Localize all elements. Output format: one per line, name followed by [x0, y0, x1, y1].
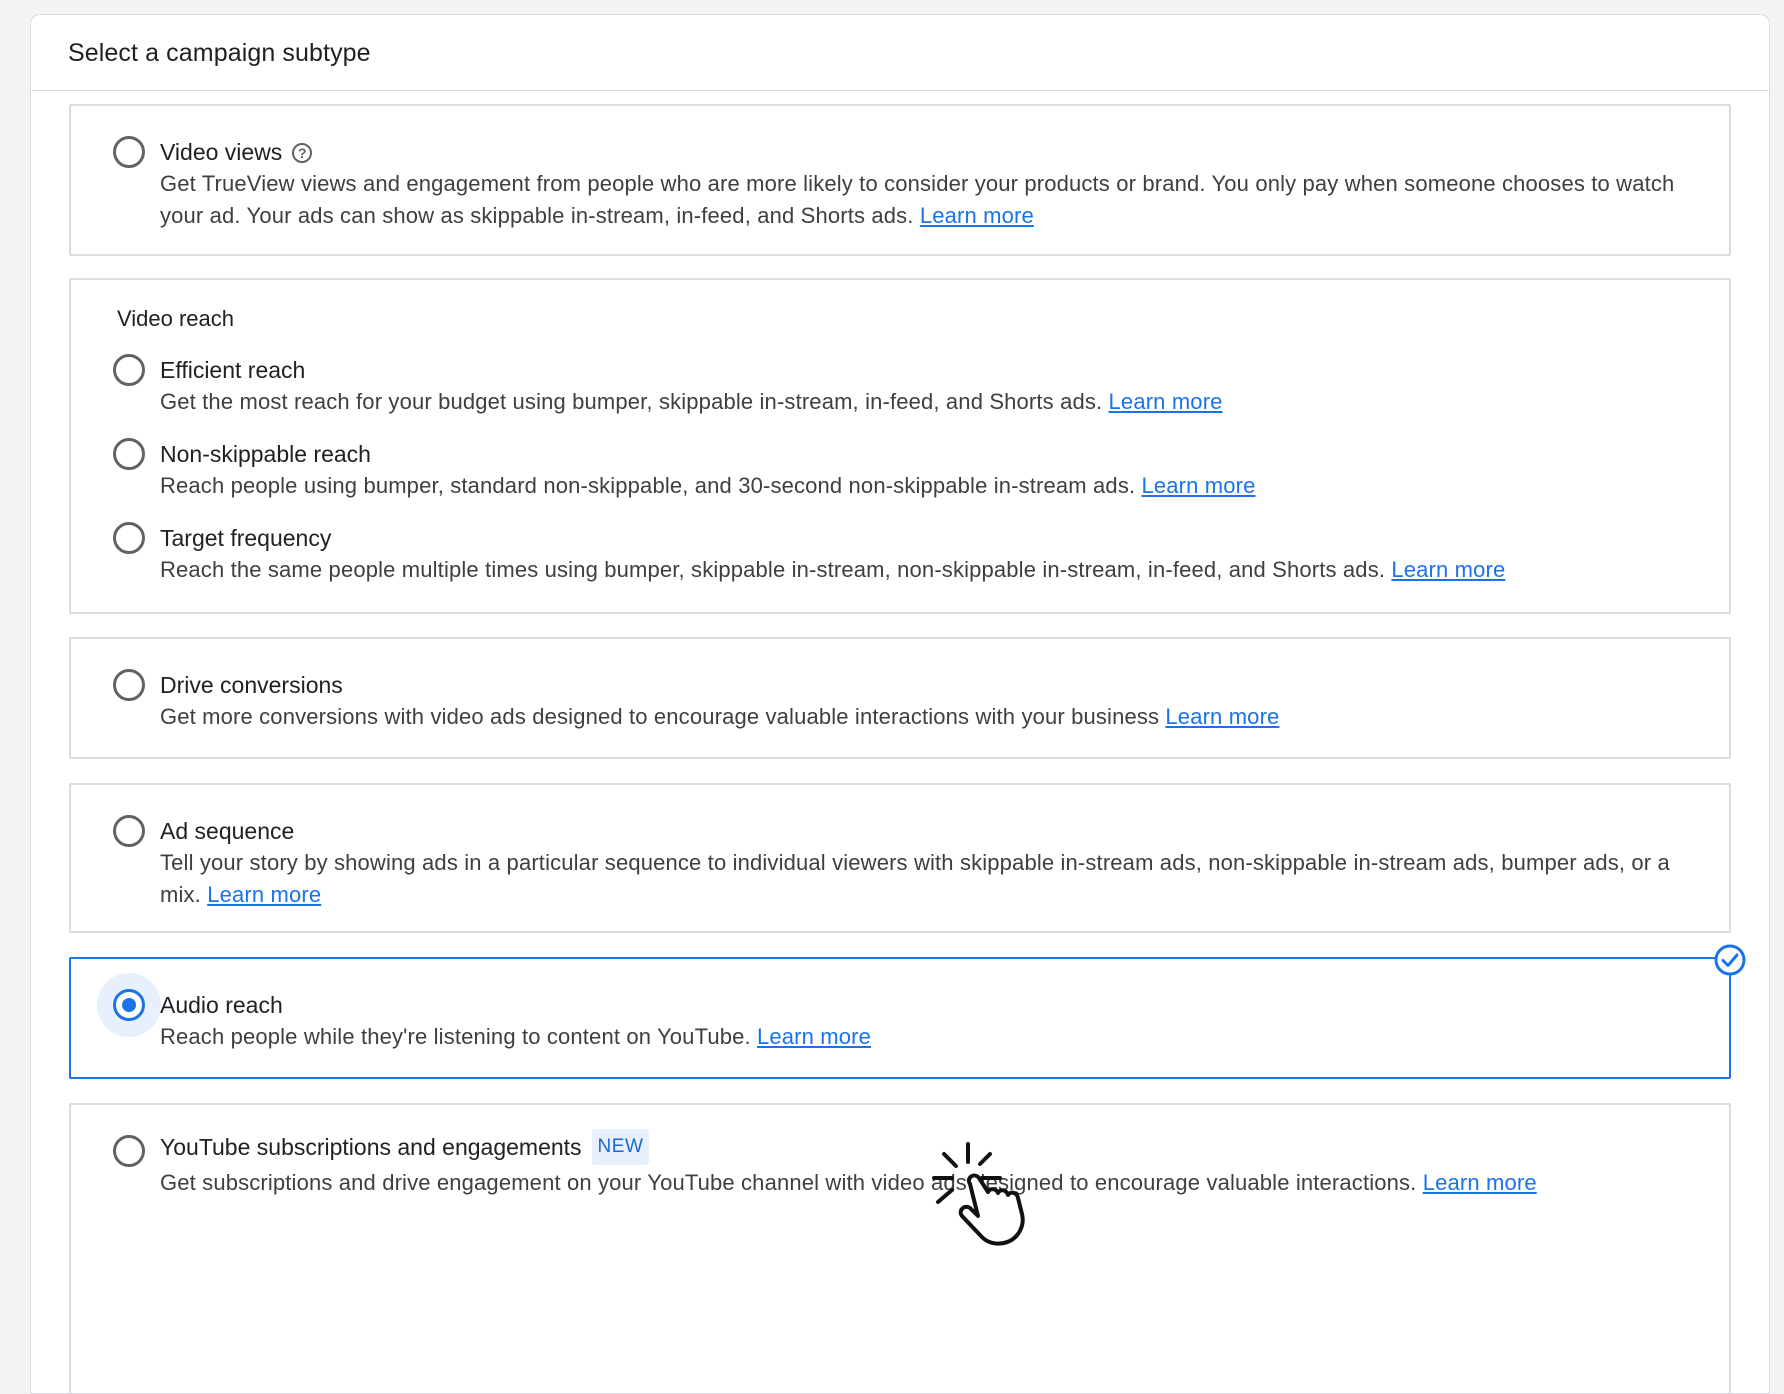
option-description-drive-conversions: Get more conversions with video ads desi… — [160, 704, 1280, 729]
page-title: Select a campaign subtype — [68, 39, 371, 67]
campaign-subtype-panel: Select a campaign subtype Video views ? … — [30, 14, 1770, 1394]
radio-audio-reach[interactable] — [113, 989, 145, 1021]
option-card-ad-sequence[interactable]: Ad sequence Tell your story by showing a… — [69, 783, 1731, 933]
learn-more-link-target-frequency[interactable]: Learn more — [1391, 557, 1505, 582]
radio-efficient-reach[interactable] — [113, 354, 145, 386]
learn-more-link-efficient-reach[interactable]: Learn more — [1109, 389, 1223, 414]
option-card-youtube-subscriptions[interactable]: YouTube subscriptions and engagements NE… — [69, 1103, 1731, 1393]
learn-more-link-audio-reach[interactable]: Learn more — [757, 1024, 871, 1049]
check-circle-icon — [1713, 943, 1747, 982]
hand-pointer-click-icon — [930, 1140, 1040, 1255]
option-title-target-frequency: Target frequency — [160, 525, 332, 551]
option-description-ad-sequence: Tell your story by showing ads in a part… — [160, 850, 1670, 907]
radio-non-skippable-reach[interactable] — [113, 438, 145, 470]
option-description-target-frequency: Reach the same people multiple times usi… — [160, 557, 1506, 582]
radio-video-views[interactable] — [113, 136, 145, 168]
option-card-audio-reach[interactable]: Audio reach Reach people while they're l… — [69, 944, 1746, 1079]
radio-drive-conversions[interactable] — [113, 669, 145, 701]
learn-more-link-youtube-subscriptions[interactable]: Learn more — [1423, 1170, 1537, 1195]
radio-ad-sequence[interactable] — [113, 815, 145, 847]
option-group-video-reach: Video reach Efficient reach Get the most… — [69, 278, 1731, 614]
panel-header: Select a campaign subtype — [31, 15, 1769, 91]
option-description-non-skippable-reach: Reach people using bumper, standard non-… — [160, 473, 1256, 498]
new-badge: NEW — [591, 1129, 650, 1165]
learn-more-link-non-skippable-reach[interactable]: Learn more — [1142, 473, 1256, 498]
help-icon[interactable]: ? — [292, 142, 313, 163]
option-card-video-views[interactable]: Video views ? Get TrueView views and eng… — [69, 104, 1731, 256]
option-description-youtube-subscriptions: Get subscriptions and drive engagement o… — [160, 1170, 1537, 1195]
option-description-video-views: Get TrueView views and engagement from p… — [160, 171, 1675, 228]
option-title-efficient-reach: Efficient reach — [160, 357, 306, 383]
option-title-ad-sequence: Ad sequence — [160, 818, 295, 844]
option-title-audio-reach: Audio reach — [160, 992, 283, 1018]
radio-target-frequency[interactable] — [113, 522, 145, 554]
option-description-audio-reach: Reach people while they're listening to … — [160, 1024, 872, 1049]
option-card-drive-conversions[interactable]: Drive conversions Get more conversions w… — [69, 637, 1731, 759]
option-title-drive-conversions: Drive conversions — [160, 672, 343, 698]
group-label-video-reach: Video reach — [117, 306, 235, 331]
option-title-video-views: Video views ? — [160, 139, 313, 166]
learn-more-link-ad-sequence[interactable]: Learn more — [207, 882, 321, 907]
learn-more-link-video-views[interactable]: Learn more — [920, 203, 1034, 228]
learn-more-link-drive-conversions[interactable]: Learn more — [1165, 704, 1279, 729]
radio-youtube-subscriptions[interactable] — [113, 1135, 145, 1167]
option-title-non-skippable-reach: Non-skippable reach — [160, 441, 371, 467]
option-description-efficient-reach: Get the most reach for your budget using… — [160, 389, 1223, 414]
option-title-youtube-subscriptions: YouTube subscriptions and engagements NE… — [160, 1129, 650, 1165]
